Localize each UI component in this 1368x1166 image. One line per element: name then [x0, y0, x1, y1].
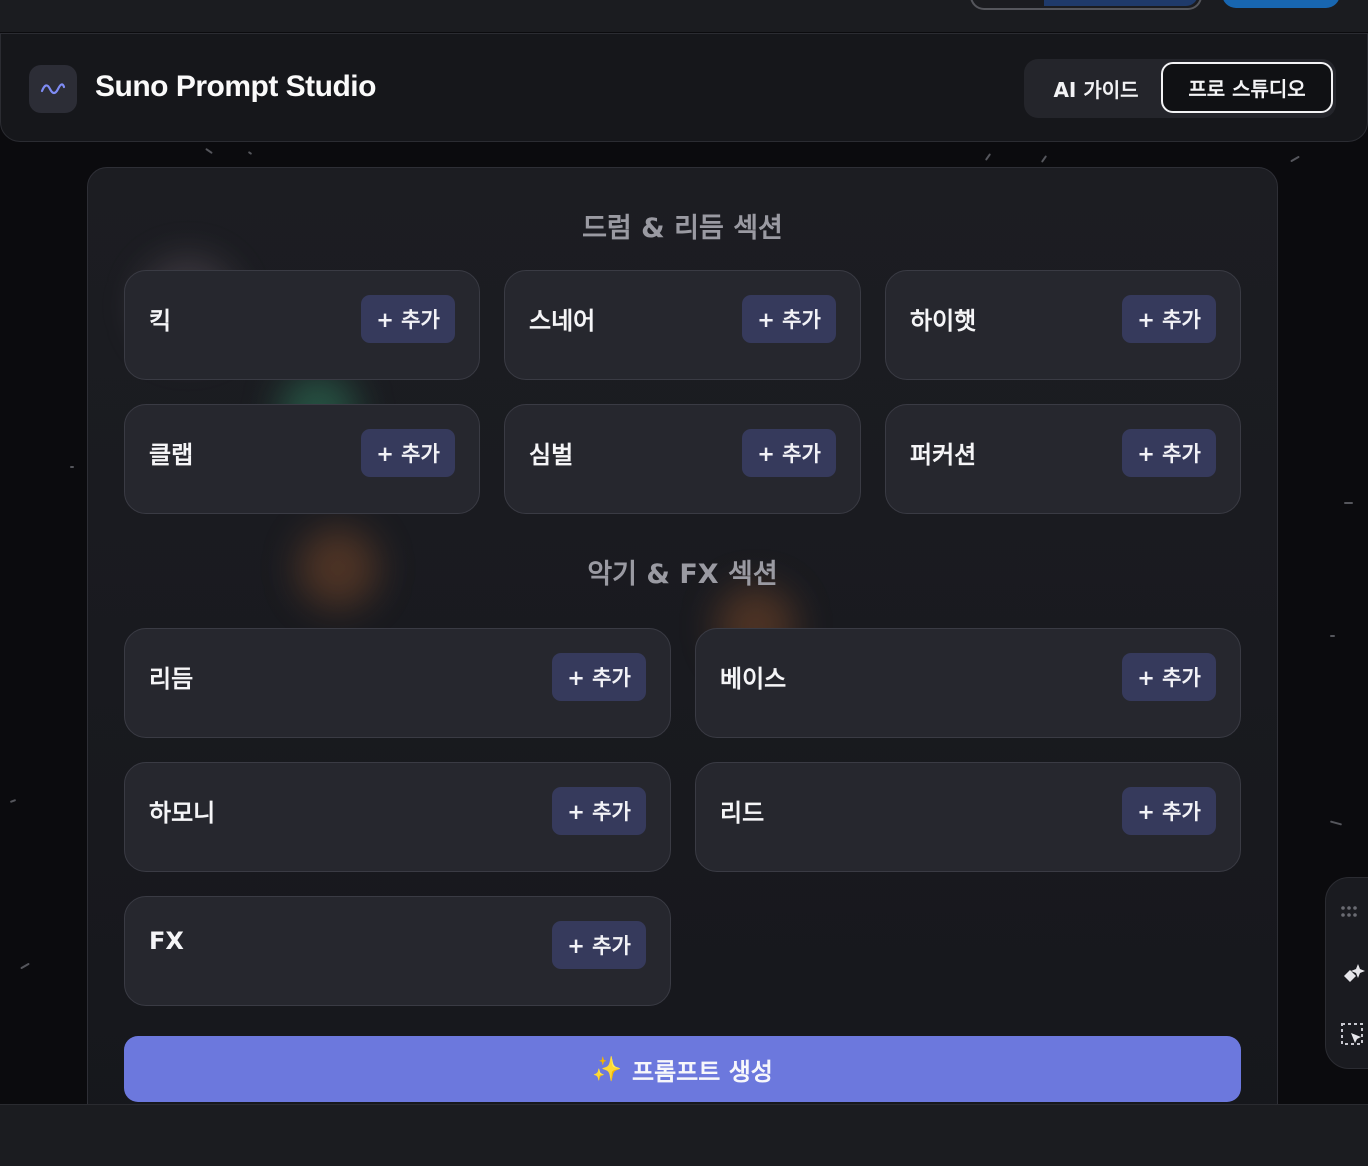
section-title-instruments: 악기 & FX 섹션 [587, 559, 778, 590]
add-clap-button[interactable]: + 추가 [361, 429, 455, 477]
background-star [205, 147, 213, 155]
selection-icon[interactable] [1340, 1022, 1368, 1052]
background-star [984, 153, 992, 161]
background-star [247, 151, 253, 155]
add-rhythm-button[interactable]: + 추가 [552, 653, 646, 701]
card-label: FX [149, 927, 184, 955]
card-label: 리듬 [149, 665, 194, 693]
card-label: 심벌 [529, 441, 574, 469]
background-star [1290, 155, 1300, 163]
side-toolbar [1325, 877, 1368, 1069]
add-bass-button[interactable]: + 추가 [1122, 653, 1216, 701]
background-star [1040, 155, 1048, 163]
card-bass: 베이스 + 추가 [695, 628, 1241, 738]
add-snare-button[interactable]: + 추가 [742, 295, 836, 343]
card-hihat: 하이햇 + 추가 [885, 270, 1241, 380]
logo [29, 65, 77, 113]
app-header: Suno Prompt Studio AI 가이드 프로 스튜디오 [0, 33, 1368, 142]
magic-wand-icon[interactable] [1340, 960, 1368, 990]
add-lead-button[interactable]: + 추가 [1122, 787, 1216, 835]
generate-label: 프롬프트 생성 [632, 1057, 773, 1086]
card-label: 퍼커션 [910, 441, 977, 469]
background-star [1344, 502, 1353, 504]
card-label: 하이햇 [910, 307, 977, 335]
card-label: 클랩 [149, 441, 194, 469]
bottom-bar [0, 1104, 1368, 1166]
add-percussion-button[interactable]: + 추가 [1122, 429, 1216, 477]
card-kick: 킥 + 추가 [124, 270, 480, 380]
card-label: 리드 [720, 799, 765, 827]
top-toggle[interactable] [970, 0, 1202, 10]
add-fx-button[interactable]: + 추가 [552, 921, 646, 969]
card-snare: 스네어 + 추가 [504, 270, 861, 380]
sparkles-icon: ✨ [592, 1055, 623, 1083]
generate-prompt-button[interactable]: ✨ 프롬프트 생성 [124, 1036, 1241, 1102]
app-title: Suno Prompt Studio [95, 70, 376, 103]
mode-pro-studio-button[interactable]: 프로 스튜디오 [1161, 62, 1333, 113]
card-percussion: 퍼커션 + 추가 [885, 404, 1241, 514]
section-title-drums: 드럼 & 리듬 섹션 [582, 213, 783, 244]
card-label: 하모니 [149, 799, 216, 827]
add-harmony-button[interactable]: + 추가 [552, 787, 646, 835]
card-label: 베이스 [720, 665, 787, 693]
card-harmony: 하모니 + 추가 [124, 762, 671, 872]
add-hihat-button[interactable]: + 추가 [1122, 295, 1216, 343]
mode-switch: AI 가이드 프로 스튜디오 [1024, 59, 1336, 118]
card-rhythm: 리듬 + 추가 [124, 628, 671, 738]
background-star [9, 799, 17, 803]
background-star [1330, 635, 1335, 637]
top-action-button[interactable] [1222, 0, 1340, 8]
card-lead: 리드 + 추가 [695, 762, 1241, 872]
waveform-icon [40, 83, 66, 95]
background-star [1329, 820, 1343, 826]
grip-icon[interactable] [1340, 900, 1368, 930]
card-cymbal: 심벌 + 추가 [504, 404, 861, 514]
studio-panel: 드럼 & 리듬 섹션 킥 + 추가 스네어 + 추가 하이햇 + 추가 클랩 +… [87, 167, 1278, 1157]
card-label: 스네어 [529, 307, 596, 335]
add-cymbal-button[interactable]: + 추가 [742, 429, 836, 477]
browser-top-strip [0, 0, 1368, 32]
card-clap: 클랩 + 추가 [124, 404, 480, 514]
add-kick-button[interactable]: + 추가 [361, 295, 455, 343]
card-fx: FX + 추가 [124, 896, 671, 1006]
mode-ai-guide-button[interactable]: AI 가이드 [1034, 64, 1158, 113]
card-label: 킥 [149, 307, 172, 335]
background-star [70, 466, 74, 468]
background-star [20, 962, 30, 970]
